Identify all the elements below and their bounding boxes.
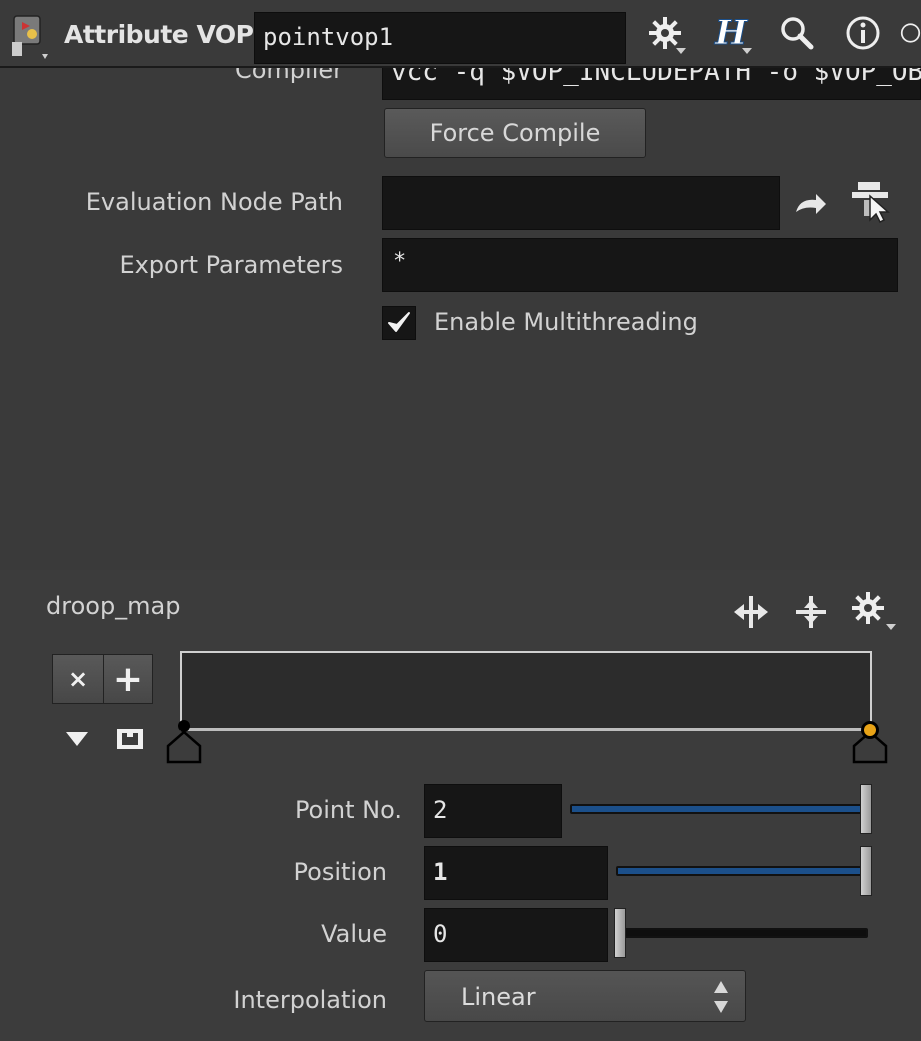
value-slider[interactable]	[614, 908, 872, 960]
point-no-slider-track	[570, 804, 866, 814]
interpolation-value: Linear	[461, 983, 536, 1011]
value-label: Value	[321, 920, 387, 948]
flip-horizontal-icon[interactable]	[732, 594, 770, 630]
point-no-slider[interactable]	[568, 784, 872, 836]
updown-arrows-icon	[711, 979, 731, 1015]
position-slider-handle[interactable]	[860, 846, 872, 896]
compiler-row: Compiler vcc -q $VOP_INCLUDEPATH -o $VOP…	[0, 68, 921, 100]
point-no-label: Point No.	[294, 796, 402, 824]
point-no-value: 2	[433, 796, 448, 824]
node-chooser-icon[interactable]	[848, 180, 898, 224]
node-name-field[interactable]: pointvop1	[254, 12, 626, 64]
value-field[interactable]: 0	[424, 908, 608, 962]
gear-icon[interactable]	[642, 10, 688, 56]
position-slider[interactable]	[614, 846, 872, 898]
value-slider-handle[interactable]	[614, 908, 626, 958]
point-no-slider-handle[interactable]	[860, 784, 872, 834]
force-compile-button[interactable]: Force Compile	[384, 108, 646, 158]
export-params-label: Export Parameters	[119, 251, 343, 279]
compiler-field[interactable]: vcc -q $VOP_INCLUDEPATH -o $VOP_OBJECTFI…	[382, 68, 921, 100]
interpolation-label: Interpolation	[233, 986, 387, 1014]
point-no-field[interactable]: 2	[424, 784, 562, 838]
eval-node-path-field[interactable]	[382, 176, 780, 230]
compiler-label: Compiler	[234, 68, 343, 84]
eval-node-path-label: Evaluation Node Path	[85, 188, 343, 216]
ramp-name-label: droop_map	[46, 592, 181, 620]
value-slider-track	[616, 928, 868, 938]
jump-to-node-icon[interactable]	[792, 186, 832, 222]
chevron-down-icon	[676, 48, 686, 54]
search-icon[interactable]	[774, 10, 820, 56]
multithreading-label[interactable]: Enable Multithreading	[434, 308, 698, 336]
node-type-label: Attribute VOP	[64, 20, 254, 49]
ramp-gear-icon[interactable]	[850, 590, 896, 636]
position-value: 1	[433, 858, 448, 886]
checkmark-icon	[388, 312, 410, 332]
expand-triangle-icon[interactable]	[66, 732, 88, 746]
chevron-down-icon	[886, 624, 896, 630]
fit-view-icon[interactable]	[116, 728, 144, 750]
ramp-editor[interactable]	[180, 651, 872, 731]
multithreading-checkbox[interactable]	[382, 306, 416, 340]
vop-node-icon[interactable]	[8, 12, 54, 62]
chevron-down-icon	[742, 48, 752, 54]
interpolation-dropdown[interactable]: Linear	[424, 970, 746, 1022]
position-slider-track	[616, 866, 866, 876]
remove-point-button[interactable]: ×	[52, 654, 104, 704]
position-field[interactable]: 1	[424, 846, 608, 900]
clock-icon[interactable]	[900, 10, 921, 56]
compiler-value: vcc -q $VOP_INCLUDEPATH -o $VOP_OBJECTFI…	[391, 68, 921, 87]
position-label: Position	[293, 858, 387, 886]
add-point-button[interactable]: +	[103, 654, 153, 704]
houdini-help-icon[interactable]: H	[708, 10, 754, 56]
info-icon[interactable]	[840, 10, 886, 56]
export-params-value: *	[393, 249, 407, 274]
node-name-text: pointvop1	[263, 23, 394, 51]
ramp-key-end-selected[interactable]	[850, 718, 890, 766]
flip-vertical-icon[interactable]	[792, 594, 830, 630]
ramp-key-start[interactable]	[164, 718, 204, 766]
value-value: 0	[433, 920, 448, 948]
export-params-field[interactable]: *	[382, 238, 898, 292]
